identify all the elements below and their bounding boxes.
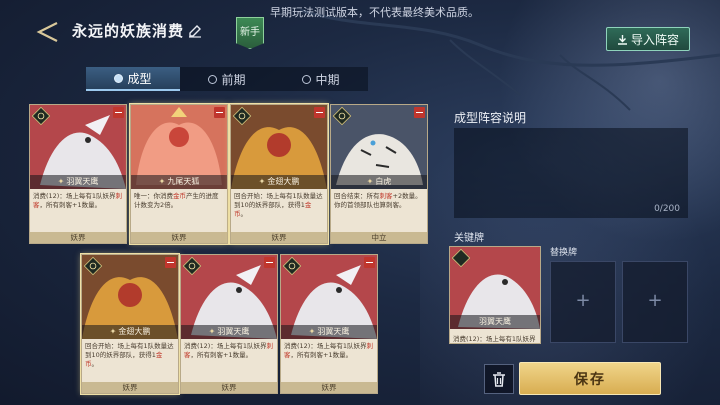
key-card-label: 关键牌 [454,233,484,244]
lineup-description-title: 成型阵容说明 [454,111,527,125]
card-name: ✦ 金翅大鹏 [231,175,327,189]
download-icon [617,34,627,45]
card-description: 消费(12)：场上每有1队妖界刺客，所有刺客+1数量。 [184,342,273,359]
remove-card-button[interactable] [165,257,176,268]
lineup-editor-screen: 永远的妖族消费 新手 早期玩法测试版本，不代表最终美术品质。 导入阵容 成型 前… [0,0,720,405]
card-description: 消费(12)：场上每有1队妖界刺客 [453,335,536,343]
remove-card-button[interactable] [314,107,325,118]
card-white-tiger[interactable]: ✦ 白虎 回合结束：所有刺客+2数量。你的首领部队也算刺客。 中立 [330,104,428,244]
card-name: ✦ 白虎 [331,175,427,189]
card-faction: 妖界 [281,382,377,393]
card-description: 消费(12)：场上每有1队妖界刺客，所有刺客+1数量。 [284,342,373,359]
card-faction: 妖界 [30,232,126,243]
card-golden-roc-1[interactable]: ✦ 金翅大鹏 回合开始：场上每有1队数量达到10的妖界部队，获得1金币。 妖界 [230,104,328,244]
import-lineup-button[interactable]: 导入阵容 [606,27,690,51]
card-feathered-eagle-2[interactable]: ✦ 羽翼天鹰 消费(12)：场上每有1队妖界刺客，所有刺客+1数量。 妖界 [180,254,278,394]
remove-card-button[interactable] [414,107,425,118]
edit-icon[interactable] [188,24,202,38]
delete-button[interactable] [484,364,514,394]
tab-dot-icon [114,73,124,83]
save-button[interactable]: 保存 [519,362,661,395]
card-name: ✦ 九尾天狐 [131,175,227,189]
remove-card-button[interactable] [264,257,275,268]
trash-icon [493,371,505,387]
card-name: 羽翼天鹰 [450,315,540,329]
remove-card-button[interactable] [113,107,124,118]
card-faction: 中立 [331,232,427,243]
card-nine-tailed-fox[interactable]: ✦ 九尾天狐 唯一：你消费金币产生的进度计数变为2倍。 妖界 [130,104,228,244]
remove-card-button[interactable] [364,257,375,268]
card-faction: 妖界 [82,382,178,393]
plus-icon: + [647,290,663,311]
lineup-description-input[interactable]: 0/200 [454,128,688,218]
newbie-badge: 新手 [236,17,264,49]
card-golden-roc-2[interactable]: ✦ 金翅大鹏 回合开始：场上每有1队数量达到10的妖界部队，获得1金币。 妖界 [81,254,179,394]
char-count: 0/200 [654,204,680,214]
card-faction: 妖界 [181,382,277,393]
remove-card-button[interactable] [214,107,225,118]
card-description: 回合结束：所有刺客+2数量。你的首领部队也算刺客。 [334,192,422,209]
card-faction: 妖界 [231,232,327,243]
card-feathered-eagle-1[interactable]: ✦ 羽翼天鹰 消费(12)：场上每有1队妖界刺客，所有刺客+1数量。 妖界 [29,104,127,244]
tab-dot-icon [302,74,312,84]
card-description: 回合开始：场上每有1队数量达到10的妖界部队，获得1金币。 [234,192,323,218]
swap-card-slot-2[interactable]: + [622,261,688,343]
card-name: ✦ 羽翼天鹰 [281,325,377,339]
swap-card-slot-1[interactable]: + [550,261,616,343]
card-description: 唯一：你消费金币产生的进度计数变为2倍。 [134,192,219,209]
plus-icon: + [575,290,591,311]
test-build-notice: 早期玩法测试版本，不代表最终美术品质。 [270,6,479,19]
card-feathered-eagle-3[interactable]: ✦ 羽翼天鹰 消费(12)：场上每有1队妖界刺客，所有刺客+1数量。 妖界 [280,254,378,394]
card-description: 回合开始：场上每有1队数量达到10的妖界部队，获得1金币。 [85,342,174,368]
back-arrow-icon[interactable] [31,19,61,45]
card-name: ✦ 金翅大鹏 [82,325,178,339]
card-faction: 妖界 [131,232,227,243]
tab-early[interactable]: 前期 [180,67,274,91]
card-name: ✦ 羽翼天鹰 [30,175,126,189]
swap-card-label: 替换牌 [550,248,578,258]
tab-dot-icon [208,74,218,84]
stage-tabs: 成型 前期 中期 [86,67,368,91]
tab-formed[interactable]: 成型 [86,67,180,91]
key-card-slot[interactable]: 羽翼天鹰 消费(12)：场上每有1队妖界刺客 [449,246,541,344]
card-description: 消费(12)：场上每有1队妖界刺客，所有刺客+1数量。 [33,192,122,209]
lineup-title: 永远的妖族消费 [72,22,185,40]
tab-mid[interactable]: 中期 [274,67,368,91]
card-name: ✦ 羽翼天鹰 [181,325,277,339]
